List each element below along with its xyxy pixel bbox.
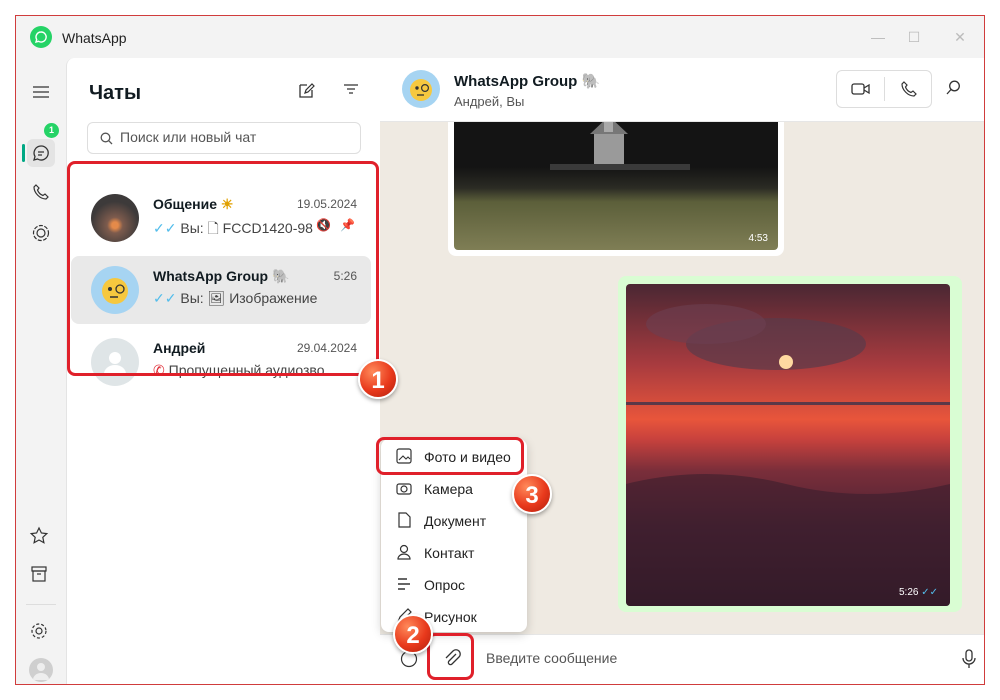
menu-item-document[interactable]: Документ bbox=[381, 504, 527, 536]
highlight-chat-list bbox=[67, 161, 379, 376]
starred-icon[interactable] bbox=[29, 526, 53, 550]
menu-icon[interactable] bbox=[29, 80, 53, 104]
camera-icon bbox=[396, 483, 412, 495]
active-indicator bbox=[22, 144, 25, 162]
poll-icon bbox=[398, 578, 410, 590]
chats-icon[interactable] bbox=[29, 141, 53, 165]
new-chat-icon[interactable] bbox=[297, 82, 321, 106]
status-icon[interactable] bbox=[29, 221, 53, 245]
message-input[interactable] bbox=[486, 650, 886, 666]
microphone-icon[interactable] bbox=[962, 649, 976, 674]
nav-rail: 1 bbox=[16, 58, 66, 684]
chats-title: Чаты bbox=[89, 82, 142, 104]
church-image: 4:53 bbox=[454, 122, 778, 250]
contact-icon bbox=[397, 544, 411, 560]
minimize-button[interactable]: — bbox=[858, 24, 898, 50]
calls-icon[interactable] bbox=[29, 180, 53, 204]
conversation-header[interactable]: WhatsApp Group 🐘 Андрей, Вы bbox=[380, 58, 984, 122]
profile-avatar[interactable] bbox=[29, 658, 53, 682]
filter-icon[interactable] bbox=[343, 82, 367, 106]
incoming-image-message[interactable]: 4:53 bbox=[448, 122, 784, 256]
message-time: 5:26 ✓✓ bbox=[898, 587, 938, 598]
step-badge-2: 2 bbox=[393, 614, 433, 654]
conversation-search-icon[interactable] bbox=[946, 80, 961, 100]
message-time: 4:53 bbox=[748, 233, 768, 244]
whatsapp-logo-icon bbox=[30, 26, 52, 48]
group-avatar bbox=[402, 70, 440, 108]
settings-icon[interactable] bbox=[29, 621, 53, 645]
document-icon bbox=[398, 512, 411, 528]
step-badge-3: 3 bbox=[512, 474, 552, 514]
highlight-photo-video bbox=[376, 437, 524, 475]
outgoing-image-message[interactable]: 5:26 ✓✓ bbox=[618, 276, 962, 612]
menu-item-contact[interactable]: Контакт bbox=[381, 536, 527, 568]
unread-badge: 1 bbox=[44, 123, 59, 138]
rail-divider bbox=[26, 604, 56, 605]
maximize-button[interactable]: ☐ bbox=[894, 24, 934, 50]
title-bar: WhatsApp — ☐ ✕ bbox=[16, 16, 984, 58]
voice-call-icon[interactable] bbox=[885, 71, 932, 107]
group-members: Андрей, Вы bbox=[454, 94, 525, 109]
app-title: WhatsApp bbox=[62, 30, 127, 46]
highlight-attach bbox=[427, 633, 474, 680]
sunset-image: 5:26 ✓✓ bbox=[626, 284, 950, 606]
close-button[interactable]: ✕ bbox=[940, 24, 980, 50]
search-input[interactable] bbox=[120, 129, 350, 145]
step-badge-1: 1 bbox=[358, 359, 398, 399]
search-icon bbox=[100, 132, 113, 145]
search-box[interactable] bbox=[87, 122, 361, 154]
video-call-icon[interactable] bbox=[837, 71, 884, 107]
group-name: WhatsApp Group 🐘 bbox=[454, 73, 601, 90]
menu-item-poll[interactable]: Опрос bbox=[381, 568, 527, 600]
call-buttons bbox=[836, 70, 932, 108]
menu-item-camera[interactable]: Камера bbox=[381, 472, 527, 504]
archive-icon[interactable] bbox=[29, 564, 53, 588]
